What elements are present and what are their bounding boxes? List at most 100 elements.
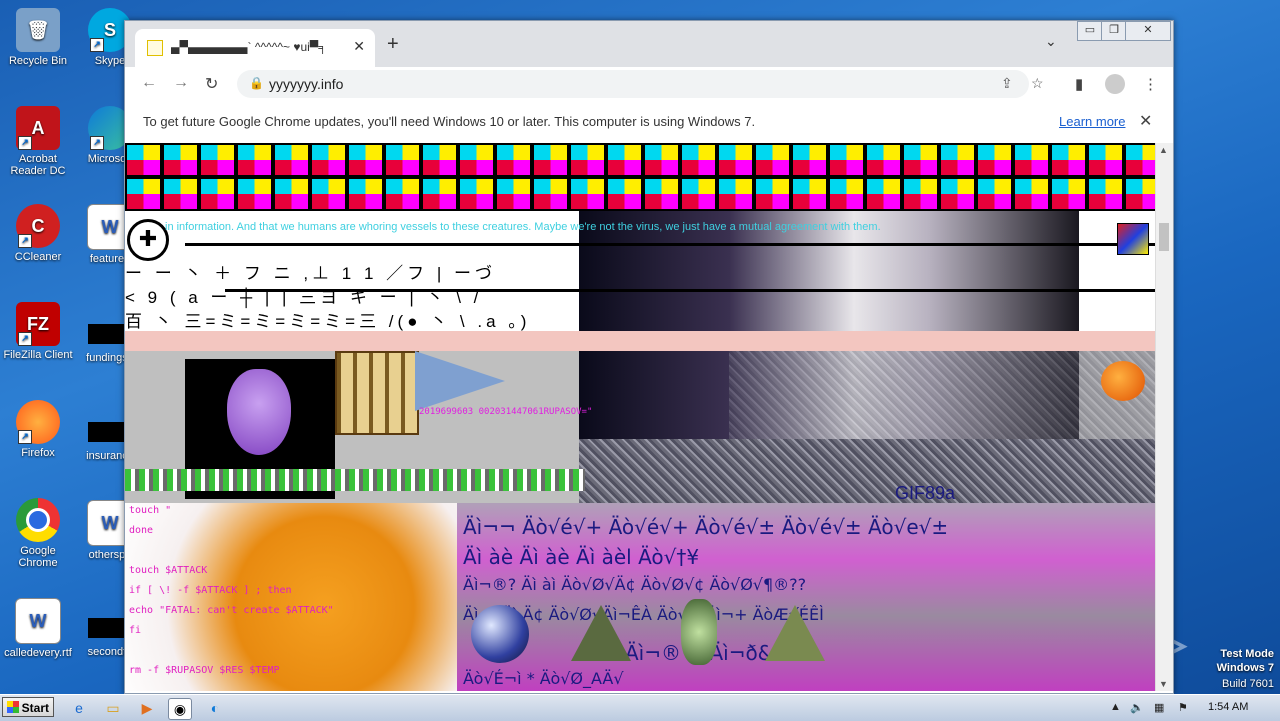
color-tile — [939, 143, 976, 177]
color-tile — [310, 177, 347, 211]
noise-texture — [729, 351, 1155, 439]
color-tile — [199, 143, 236, 177]
color-tile — [458, 143, 495, 177]
color-tile — [976, 143, 1013, 177]
desktop-icon-label: CCleaner — [14, 251, 62, 263]
volume-icon[interactable]: 🔈 — [1130, 701, 1144, 714]
filezilla-icon[interactable]: FZ ↗ FileZilla Client — [0, 302, 76, 361]
side-panel-icon[interactable]: ▮ — [1075, 75, 1083, 93]
terminal-line: if [ \! -f $ATTACK ] ; then — [129, 585, 292, 596]
color-tile — [125, 177, 162, 211]
explorer-taskbar-icon[interactable]: ▭ — [102, 698, 124, 718]
active-tab[interactable]: ▄▀▄▄▄▄▄▄▄` ^^^^^~ ♥ui▀╕ ✕ — [135, 29, 375, 67]
ie-taskbar-icon[interactable]: e — [68, 698, 90, 718]
maximize-button[interactable]: ❐ — [1101, 21, 1127, 41]
magenta-code-text: 2019699603 002031447061RUPASOV=" — [419, 407, 593, 417]
insurance-thumbnail — [88, 422, 124, 442]
close-tab-icon[interactable]: ✕ — [353, 38, 365, 55]
blue-cone-shape — [415, 351, 505, 411]
terminal-line: fi — [129, 625, 142, 636]
action-center-flag-icon[interactable]: ⚑ — [1178, 701, 1188, 714]
pink-band — [125, 331, 1155, 351]
new-tab-button[interactable]: + — [387, 33, 399, 56]
menu-kebab-icon[interactable]: ⋮ — [1143, 75, 1158, 93]
glyph-row-1: ー ー 丶 ＋ フ ニ ,⊥ 1 1 ／フ | ーづ — [125, 264, 497, 283]
back-arrow-icon[interactable]: ← — [141, 74, 157, 92]
color-tile — [421, 143, 458, 177]
ccleaner-icon[interactable]: C ↗ CCleaner — [0, 204, 76, 263]
update-infobar: To get future Google Chrome updates, you… — [125, 101, 1173, 144]
glitch-cursor-icon: ✚ — [127, 219, 169, 261]
media-player-taskbar-icon[interactable]: ▶ — [136, 698, 158, 718]
chrome-window: ▄▀▄▄▄▄▄▄▄` ^^^^^~ ♥ui▀╕ ✕ + ⌄ ▭ ❐ ✕ ← → … — [124, 20, 1174, 694]
color-tile — [643, 143, 680, 177]
network-icon[interactable]: ▦ — [1154, 701, 1164, 714]
color-tile — [902, 143, 939, 177]
color-tile — [310, 143, 347, 177]
color-tile — [347, 143, 384, 177]
chrome-taskbar-icon[interactable]: ◉ — [168, 698, 192, 720]
secondto-thumbnail — [88, 618, 124, 638]
taskbar: Start e ▭ ▶ ◉ ◐ ▲ 🔈 ▦ ⚑ 1:54 AM — [0, 694, 1280, 721]
word-document-icon: W — [15, 598, 61, 644]
favicon-icon — [147, 40, 163, 56]
url-text[interactable]: yyyyyyy.info — [269, 76, 343, 92]
forward-arrow-icon[interactable]: → — [173, 74, 189, 92]
desktop-icon-label: Acrobat Reader DC — [10, 153, 66, 177]
profile-avatar-icon[interactable] — [1105, 74, 1125, 94]
cyan-text-line: in information. And that we humans are w… — [165, 221, 881, 233]
acrobat-reader-icon[interactable]: A ↗ Acrobat Reader DC — [0, 106, 76, 177]
color-tile — [1013, 177, 1050, 211]
vertical-scrollbar[interactable]: ▲ ▼ — [1155, 143, 1173, 691]
close-infobar-icon[interactable]: ✕ — [1139, 111, 1152, 131]
color-tile — [1124, 143, 1155, 177]
color-tile — [1124, 177, 1155, 211]
google-chrome-icon[interactable]: Google Chrome — [0, 498, 76, 569]
tray-expand-icon[interactable]: ▲ — [1110, 701, 1121, 713]
terminal-line: done — [129, 525, 154, 536]
minimize-button[interactable]: ▭ — [1077, 21, 1103, 41]
glyph-row-2: < 9 ( a ー ┼ | | 三ヨ キ ー | 丶 \ / — [125, 288, 483, 307]
reload-icon[interactable]: ↻ — [205, 74, 218, 94]
abacus-image — [335, 351, 419, 435]
tab-search-chevron-icon[interactable]: ⌄ — [1045, 33, 1057, 50]
terminal-line: touch " — [129, 505, 172, 516]
toolbar: ← → ↻ 🔒 yyyyyyy.info ⇪ ☆ ▮ ⋮ — [125, 67, 1173, 102]
edge-taskbar-icon[interactable]: ◐ — [204, 698, 226, 718]
bookmark-star-icon[interactable]: ☆ — [1031, 75, 1044, 92]
ccleaner-logo-icon: C ↗ — [16, 204, 60, 248]
color-tile — [791, 177, 828, 211]
color-tile — [791, 143, 828, 177]
color-tile — [865, 143, 902, 177]
color-tile — [754, 177, 791, 211]
scroll-thumb[interactable] — [1159, 223, 1169, 251]
mask-face-icon — [227, 369, 291, 455]
tab-strip: ▄▀▄▄▄▄▄▄▄` ^^^^^~ ♥ui▀╕ ✕ + ⌄ ▭ ❐ ✕ — [125, 21, 1173, 67]
oranges-image — [1101, 361, 1145, 401]
color-tile — [865, 177, 902, 211]
glitch-text-line: Äò√É¬ì * Äò√Ø_AÄ√ — [463, 669, 624, 688]
firefox-icon[interactable]: ↗ Firefox — [0, 400, 76, 459]
color-tile — [1050, 143, 1087, 177]
color-tile — [976, 177, 1013, 211]
ftp-icon — [1117, 223, 1149, 255]
firefox-logo-icon: ↗ — [16, 400, 60, 444]
color-tile — [1050, 177, 1087, 211]
learn-more-link[interactable]: Learn more — [1059, 114, 1125, 129]
omnibox[interactable]: 🔒 yyyyyyy.info ⇪ ☆ — [237, 70, 1044, 98]
start-button[interactable]: Start — [2, 697, 54, 717]
color-tile — [273, 177, 310, 211]
color-tile — [199, 177, 236, 211]
calledevery-rtf-icon[interactable]: W calledevery.rtf — [0, 598, 76, 659]
test-mode-line-2: Windows 7 — [1216, 662, 1274, 674]
desktop-icon-label: Google Chrome — [18, 545, 58, 569]
scroll-down-icon[interactable]: ▼ — [1159, 679, 1168, 689]
divider-line — [185, 243, 1155, 246]
pyramid-image — [765, 605, 825, 661]
recycle-bin-icon[interactable]: 🗑 Recycle Bin — [0, 8, 76, 67]
close-window-button[interactable]: ✕ — [1125, 21, 1171, 41]
scroll-up-icon[interactable]: ▲ — [1159, 145, 1168, 155]
share-icon[interactable]: ⇪ — [1001, 75, 1013, 92]
clock[interactable]: 1:54 AM — [1208, 701, 1248, 713]
color-tile — [162, 177, 199, 211]
